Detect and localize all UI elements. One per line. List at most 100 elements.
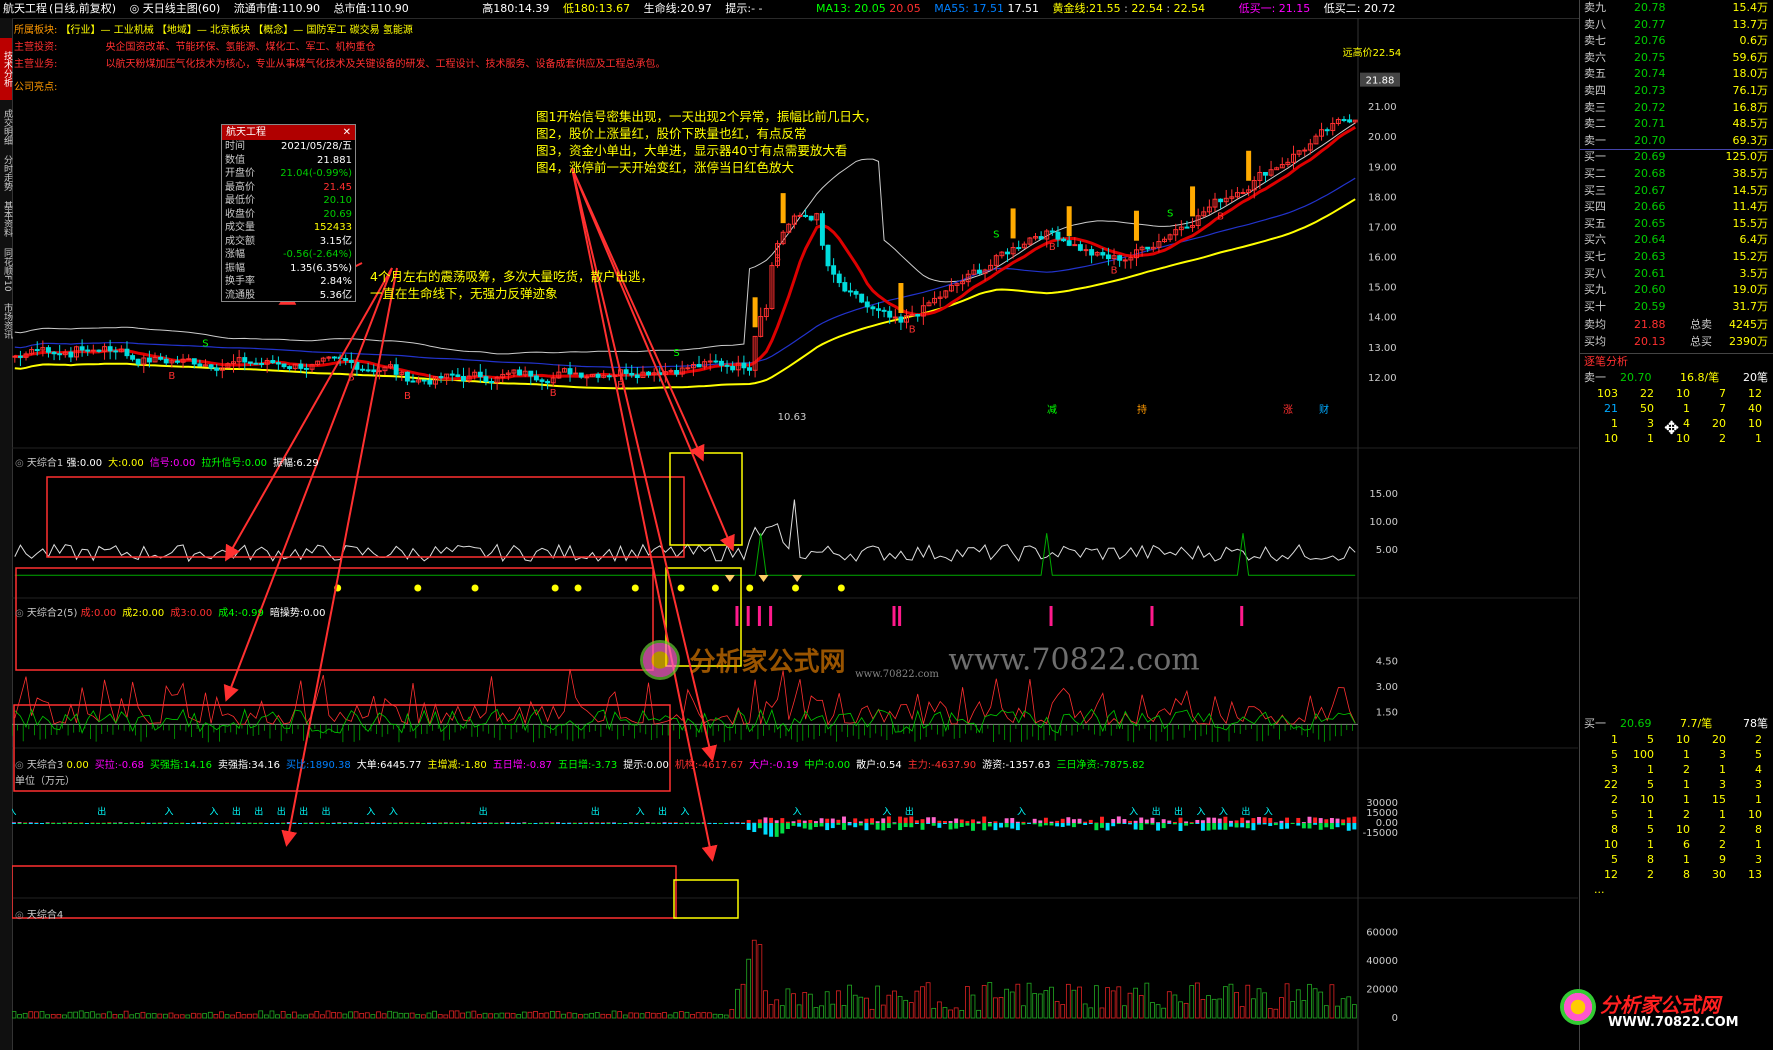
volume-bar	[993, 997, 998, 1019]
orderbook-row[interactable]: 卖七 20.76 0.6万	[1580, 33, 1773, 49]
candle	[34, 349, 40, 352]
orderbook-row[interactable]: 买八 20.61 3.5万	[1580, 266, 1773, 282]
orderbook-row[interactable]: 买三 20.67 14.5万	[1580, 183, 1773, 199]
orderbook-row[interactable]: 卖一 20.70 69.3万	[1580, 133, 1773, 149]
tab-market-news[interactable]: 市场资讯	[0, 300, 12, 342]
period-label[interactable]: (日线,前复权)	[49, 0, 116, 18]
tick-cell: 5	[1755, 748, 1762, 761]
volume-bar	[1127, 992, 1133, 1019]
ind3-neg-bar	[1184, 823, 1189, 826]
indicator3-header[interactable]: ◎ 天综合3 0.00 买拉:-0.68 买强指:14.16 卖强指:34.16 买比:…	[15, 756, 1575, 771]
orderbook-row[interactable]: 买七 20.63 15.2万	[1580, 249, 1773, 265]
orderbook-row[interactable]: 卖三 20.72 16.8万	[1580, 100, 1773, 116]
tab-technical-analysis[interactable]: 技术分析	[0, 38, 12, 100]
ind3-neg-bar	[269, 823, 274, 824]
signal-marker: S	[1167, 209, 1173, 220]
tab-f10[interactable]: 同花顺F10	[0, 244, 12, 296]
tick-analysis-title[interactable]: 逐笔分析	[1580, 352, 1773, 370]
orderbook-row[interactable]: 卖四 20.73 76.1万	[1580, 83, 1773, 99]
orderbook-volume: 14.5万	[1732, 183, 1769, 197]
orderbook-row[interactable]: 买六 20.64 6.4万	[1580, 232, 1773, 248]
annotation-arrow	[225, 267, 393, 562]
orderbook-row[interactable]: 买四 20.66 11.4万	[1580, 199, 1773, 215]
orderbook-row[interactable]: 卖六 20.75 59.6万	[1580, 50, 1773, 66]
ind3-pos-bar	[1150, 817, 1155, 823]
candle	[421, 379, 427, 382]
ind3-neg-bar	[197, 823, 202, 824]
ind3-pos-bar	[971, 819, 975, 823]
popup-row: 开盘价 21.04(-0.99%)	[222, 167, 355, 181]
volume-bar	[432, 1010, 437, 1019]
volume-bar	[404, 1012, 409, 1019]
tick-cell: 1	[1683, 401, 1690, 415]
ind3-neg-bar	[337, 823, 342, 824]
candle	[808, 215, 814, 221]
ind3-pos-bar	[959, 819, 964, 823]
info-investment: 主营投资: 央企国资改革、节能环保、氢能源、煤化工、军工、机构重仓	[14, 42, 376, 53]
candle	[57, 353, 63, 356]
indicator-name[interactable]: ◎ 天日线主图(60)	[130, 0, 221, 18]
tick-cell: 2	[1611, 793, 1618, 806]
ind3-pos-bar	[808, 819, 813, 823]
candle	[107, 346, 113, 352]
orderbook-row[interactable]: 卖九 20.78 15.4万	[1580, 0, 1773, 16]
volume-bar	[1094, 985, 1099, 1019]
popup-key: 时间	[225, 141, 245, 152]
candle	[881, 309, 887, 312]
tab-basic-info[interactable]: 基本资料	[0, 198, 12, 240]
tick-cell: 1	[1683, 748, 1690, 761]
tab-intraday[interactable]: 分时走势	[0, 152, 12, 194]
ind3-neg-bar	[1346, 823, 1351, 831]
flow-marker: 出	[658, 805, 667, 817]
indicator1-header[interactable]: ◎ 天综合1 强:0.00 大:0.00 信号:0.00 拉升信号:0.00 振幅:6.…	[15, 454, 325, 469]
orderbook-row[interactable]: 买十 20.59 31.7万	[1580, 299, 1773, 315]
volume-bar	[611, 1010, 617, 1019]
volume-bar	[1138, 995, 1144, 1019]
tick-cell: 50	[1640, 401, 1654, 415]
volume-bar	[953, 1007, 959, 1019]
orderbook-row[interactable]: 买一 20.69 125.0万	[1580, 149, 1773, 165]
ind3-neg-bar	[600, 823, 605, 824]
volume-bar	[510, 1013, 516, 1019]
price-axis-label: 18.00	[1368, 192, 1397, 203]
indicator2-header[interactable]: ◎ 天综合2(5) 成:0.00 成2:0.00 成3:0.00 成4:-0.99 暗操…	[15, 604, 332, 619]
ind3-neg-bar	[314, 823, 319, 824]
flow-marker: 入	[793, 806, 802, 817]
volume-bar	[348, 1011, 353, 1019]
orderbook-row[interactable]: 卖八 20.77 13.7万	[1580, 17, 1773, 33]
volume-bar	[163, 1013, 168, 1019]
orderbook-row[interactable]: 卖五 20.74 18.0万	[1580, 66, 1773, 82]
logo-text: 分析家公式网	[1600, 993, 1720, 1017]
ind3-neg-bar	[118, 823, 123, 824]
orderbook-row[interactable]: 买二 20.68 38.5万	[1580, 166, 1773, 182]
orderbook-row[interactable]: 买五 20.65 15.5万	[1580, 216, 1773, 232]
tick-cell: 1	[1647, 838, 1654, 851]
orderbook-row[interactable]: 买九 20.60 19.0万	[1580, 282, 1773, 298]
candle	[853, 291, 859, 295]
orderbook-row[interactable]: 卖二 20.71 48.5万	[1580, 116, 1773, 132]
close-icon[interactable]: ✕	[343, 125, 351, 140]
ind3-neg-bar	[802, 823, 807, 829]
buy-signal-dot	[677, 584, 685, 592]
volume-bar	[179, 1014, 185, 1019]
orderbook-level: 买七	[1584, 250, 1606, 263]
candle	[892, 316, 898, 319]
volume-bar	[847, 984, 852, 1019]
indicator4-header[interactable]: ◎ 天综合4	[15, 906, 63, 921]
tick-cell: 2	[1755, 733, 1762, 746]
price-axis-label: 13.00	[1368, 343, 1397, 354]
volume-bar	[886, 994, 892, 1019]
ind3-neg-bar	[494, 823, 499, 824]
volume-bar	[50, 1014, 56, 1019]
candle	[915, 314, 921, 317]
orderbook-price: 20.73	[1634, 84, 1666, 97]
ind3-neg-bar	[1301, 823, 1306, 829]
tab-trade-details[interactable]: 成交明细	[0, 106, 12, 148]
orderbook-level: 卖二	[1584, 117, 1606, 131]
ind3-neg-bar	[1150, 823, 1155, 825]
popup-row: 换手率 2.84%	[222, 275, 355, 289]
tick-cell: 4	[1755, 763, 1762, 776]
tick-cell: 2	[1683, 763, 1690, 776]
volume-bar	[976, 1009, 981, 1019]
ind3-pos-bar	[1178, 817, 1183, 823]
